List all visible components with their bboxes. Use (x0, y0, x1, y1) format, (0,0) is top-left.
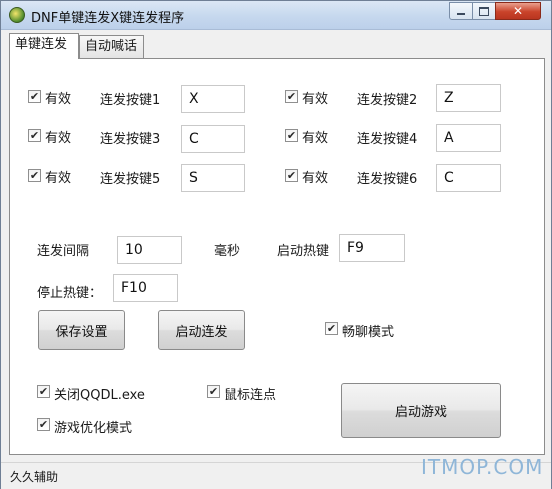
key1-enabled-checkbox[interactable]: ✔ (28, 90, 41, 103)
check-icon: ✔ (208, 385, 219, 398)
start-hotkey-input[interactable] (339, 234, 405, 262)
interval-label: 连发间隔 (37, 244, 90, 259)
title-bar[interactable]: DNF单键连发X键连发程序 ✕ (1, 1, 551, 30)
maximize-button[interactable] (472, 2, 496, 20)
minimize-button[interactable] (449, 2, 473, 20)
tab-single-key[interactable]: 单键连发 (9, 33, 79, 59)
game-optimize-checkbox[interactable]: ✔ (37, 418, 50, 431)
key4-enabled-label: 有效 (302, 131, 329, 146)
minimize-icon (457, 13, 465, 15)
check-icon: ✔ (286, 169, 297, 182)
key3-enabled-label: 有效 (45, 131, 72, 146)
start-hotkey-label: 启动热键 (277, 244, 330, 259)
chat-mode-checkbox[interactable]: ✔ (325, 322, 338, 335)
close-button[interactable]: ✕ (495, 2, 541, 20)
game-optimize-label: 游戏优化模式 (54, 421, 133, 436)
key4-label: 连发按键4 (357, 132, 418, 147)
key6-enabled-label: 有效 (302, 171, 329, 186)
interval-unit-label: 毫秒 (214, 244, 241, 259)
status-bar: 久久辅助 ITMOP.COM (1, 455, 551, 489)
key5-input[interactable] (181, 164, 245, 192)
check-icon: ✔ (326, 322, 337, 335)
key2-label: 连发按键2 (357, 93, 418, 108)
key2-enabled-label: 有效 (302, 92, 329, 107)
check-icon: ✔ (29, 90, 40, 103)
key6-label: 连发按键6 (357, 172, 418, 187)
check-icon: ✔ (286, 129, 297, 142)
key2-input[interactable] (436, 84, 501, 112)
close-icon: ✕ (512, 4, 524, 18)
key5-label: 连发按键5 (100, 172, 161, 187)
stop-hotkey-input[interactable] (113, 274, 178, 302)
key4-input[interactable] (436, 124, 501, 152)
mouse-click-checkbox[interactable]: ✔ (207, 385, 220, 398)
check-icon: ✔ (29, 129, 40, 142)
start-burst-button[interactable]: 启动连发 (158, 310, 245, 350)
watermark-text: ITMOP.COM (421, 455, 544, 479)
key3-input[interactable] (181, 125, 245, 153)
key3-enabled-checkbox[interactable]: ✔ (28, 129, 41, 142)
check-icon: ✔ (29, 169, 40, 182)
key4-enabled-checkbox[interactable]: ✔ (285, 129, 298, 142)
maximize-icon (479, 6, 489, 16)
close-qqdl-checkbox[interactable]: ✔ (37, 385, 50, 398)
key2-enabled-checkbox[interactable]: ✔ (285, 90, 298, 103)
app-window: DNF单键连发X键连发程序 ✕ 单键连发 自动喊话 ✔ 有效 连发按键1 ✔ 有… (0, 0, 552, 489)
check-icon: ✔ (38, 418, 49, 431)
window-title: DNF单键连发X键连发程序 (31, 11, 185, 26)
start-game-button[interactable]: 启动游戏 (341, 383, 501, 438)
key5-enabled-label: 有效 (45, 171, 72, 186)
check-icon: ✔ (38, 385, 49, 398)
status-text: 久久辅助 (10, 470, 59, 484)
key3-label: 连发按键3 (100, 132, 161, 147)
tab-auto-shout[interactable]: 自动喊话 (79, 35, 144, 58)
app-logo-icon (9, 7, 25, 23)
stop-hotkey-label: 停止热键： (37, 286, 103, 301)
mouse-click-label: 鼠标连点 (224, 388, 277, 403)
chat-mode-label: 畅聊模式 (342, 325, 395, 340)
check-icon: ✔ (286, 90, 297, 103)
tab-bar: 单键连发 自动喊话 (9, 33, 545, 59)
key1-input[interactable] (181, 85, 245, 113)
interval-input[interactable] (117, 236, 182, 264)
close-qqdl-label: 关闭QQDL.exe (54, 388, 145, 403)
key5-enabled-checkbox[interactable]: ✔ (28, 169, 41, 182)
key1-label: 连发按键1 (100, 93, 161, 108)
key6-input[interactable] (436, 164, 501, 192)
key1-enabled-label: 有效 (45, 92, 72, 107)
key6-enabled-checkbox[interactable]: ✔ (285, 169, 298, 182)
save-settings-button[interactable]: 保存设置 (38, 310, 125, 350)
